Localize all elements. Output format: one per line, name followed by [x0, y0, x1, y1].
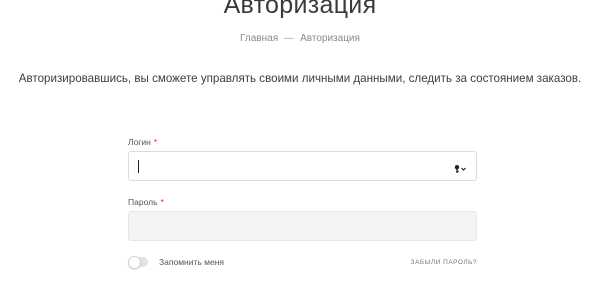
- forgot-password-link[interactable]: Забыли пароль?: [411, 259, 477, 266]
- breadcrumb: Главная — Авторизация: [0, 33, 600, 44]
- key-dropdown-icon[interactable]: [454, 161, 468, 173]
- remember-me-label[interactable]: Запомнить меня: [159, 257, 224, 267]
- login-input[interactable]: [128, 151, 477, 181]
- page-title: Авторизация: [223, 0, 377, 19]
- intro-text: Авторизировавшись, вы сможете управлять …: [18, 72, 582, 85]
- password-input[interactable]: [128, 211, 477, 241]
- login-label: Логин *: [128, 137, 157, 147]
- password-required-mark: *: [160, 197, 164, 207]
- breadcrumb-separator: —: [284, 33, 295, 44]
- breadcrumb-home-link[interactable]: Главная: [240, 33, 278, 44]
- login-label-text: Логин: [128, 137, 151, 147]
- login-required-mark: *: [153, 137, 158, 147]
- toggle-knob: [128, 256, 141, 269]
- password-label: Пароль *: [128, 197, 164, 207]
- breadcrumb-current: Авторизация: [300, 33, 360, 44]
- password-label-text: Пароль: [128, 197, 158, 207]
- auth-page: Авторизация Главная — Авторизация Авторизи…: [0, 0, 600, 287]
- remember-me-toggle[interactable]: [128, 256, 148, 269]
- text-cursor: [138, 160, 139, 173]
